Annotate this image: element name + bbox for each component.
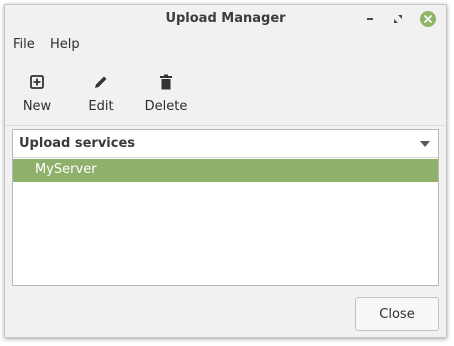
title-bar[interactable]: Upload Manager	[5, 5, 446, 33]
minimize-icon	[367, 18, 373, 20]
upload-manager-window: Upload Manager File Help New Edit Delete…	[4, 4, 447, 338]
minimize-button[interactable]	[361, 10, 379, 28]
close-button[interactable]: Close	[355, 297, 439, 331]
menu-bar: File Help	[5, 34, 446, 56]
toolbar-divider	[5, 125, 446, 126]
edit-button[interactable]: Edit	[83, 63, 119, 119]
new-button-label: New	[22, 99, 52, 114]
list-header-label: Upload services	[19, 136, 136, 151]
delete-button-label: Delete	[144, 99, 188, 114]
new-button[interactable]: New	[17, 63, 57, 119]
list-header[interactable]: Upload services	[13, 130, 438, 158]
delete-button[interactable]: Delete	[139, 63, 193, 119]
upload-services-list: Upload services MyServer	[12, 129, 439, 286]
menu-help[interactable]: Help	[50, 37, 80, 52]
window-title: Upload Manager	[165, 11, 286, 26]
close-icon	[420, 11, 436, 27]
add-square-icon	[30, 69, 44, 95]
menu-file[interactable]: File	[13, 37, 35, 52]
list-item-label: MyServer	[35, 162, 97, 177]
chevron-down-icon[interactable]	[420, 141, 430, 147]
edit-button-label: Edit	[88, 99, 114, 114]
toolbar: New Edit Delete	[5, 63, 446, 123]
trash-icon	[159, 69, 173, 95]
close-window-button[interactable]	[419, 10, 437, 28]
list-item[interactable]: MyServer	[13, 159, 438, 182]
pencil-icon	[93, 69, 109, 95]
restore-icon	[394, 15, 402, 23]
maximize-button[interactable]	[389, 10, 407, 28]
